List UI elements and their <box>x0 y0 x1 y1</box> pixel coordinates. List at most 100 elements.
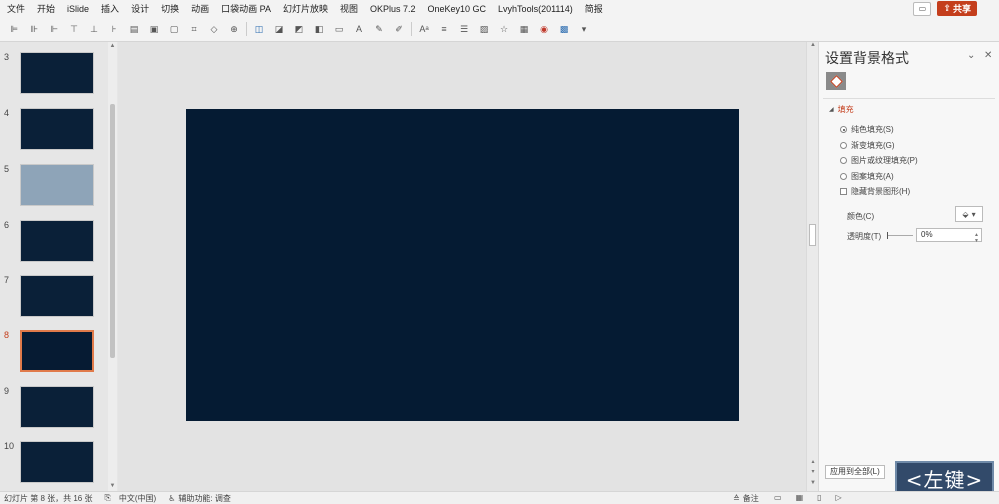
slide-thumbnail[interactable]: 7 <box>0 275 108 321</box>
align-center-icon[interactable]: ⊪ <box>27 23 41 35</box>
slide-thumbnail[interactable]: 4 <box>0 108 108 154</box>
solid-fill-radio[interactable]: 纯色填充(S) <box>840 124 894 135</box>
align-right-icon[interactable]: ⊩ <box>47 23 61 35</box>
slide-preview[interactable] <box>20 386 94 428</box>
menu-onekey[interactable]: OneKey10 GC <box>422 4 493 14</box>
fill-section-header[interactable]: ◢ 填充 <box>829 104 854 115</box>
outline-icon[interactable]: ▭ <box>332 23 346 35</box>
panel-options-icon[interactable]: ⌄ <box>967 50 975 61</box>
menu-pocket-animation[interactable]: 口袋动画 PA <box>215 2 277 15</box>
star-icon[interactable]: ☆ <box>497 23 511 35</box>
radio[interactable] <box>840 173 847 180</box>
slide-preview[interactable] <box>20 441 94 483</box>
intersect-icon[interactable]: ◪ <box>272 23 286 35</box>
eyedropper-icon[interactable]: ✐ <box>392 23 406 35</box>
slide-preview[interactable] <box>20 330 94 372</box>
shape-icon[interactable]: ◇ <box>207 23 221 35</box>
menu-view[interactable]: 视图 <box>334 2 364 15</box>
slide-number: 8 <box>4 330 10 340</box>
highlight-icon[interactable]: ✎ <box>372 23 386 35</box>
current-slide[interactable] <box>186 109 739 421</box>
crop-icon[interactable]: ⌗ <box>187 23 201 35</box>
slide-thumbnail-active[interactable]: 8 <box>0 330 108 376</box>
menu-briefing[interactable]: 简报 <box>579 2 609 15</box>
spellcheck-icon[interactable]: ⎘ <box>104 493 110 503</box>
fill-icon[interactable]: ◧ <box>312 23 326 35</box>
slide-preview[interactable] <box>20 275 94 317</box>
text-icon[interactable]: Aᵃ <box>417 23 431 35</box>
language-status[interactable]: 中文(中国) <box>119 493 156 504</box>
scroll-up-icon[interactable]: ▲ <box>108 42 117 51</box>
menu-design[interactable]: 设计 <box>125 2 155 15</box>
slide-thumbnail[interactable]: 5 <box>0 164 108 210</box>
slide-thumbnail[interactable]: 10 <box>0 441 108 487</box>
picture-icon[interactable]: ▨ <box>477 23 491 35</box>
transparency-input[interactable]: 0% ▲ ▼ <box>916 228 982 244</box>
subtract-icon[interactable]: ◩ <box>292 23 306 35</box>
menu-animations[interactable]: 动画 <box>185 2 215 15</box>
radio[interactable] <box>840 157 847 164</box>
slide-preview[interactable] <box>20 52 94 94</box>
menu-okplus[interactable]: OKPlus 7.2 <box>364 4 422 14</box>
hide-background-checkbox[interactable]: 隐藏背景图形(H) <box>840 186 910 197</box>
canvas-scrollbar[interactable]: ▲ ▴ ▾ ▼ <box>806 42 818 491</box>
pattern-fill-radio[interactable]: 图案填充(A) <box>840 171 894 182</box>
font-color-icon[interactable]: A <box>352 23 366 35</box>
align-bottom-icon[interactable]: ⊦ <box>107 23 121 35</box>
line-icon[interactable]: ≡ <box>437 23 451 35</box>
distribute-icon[interactable]: ▤ <box>127 23 141 35</box>
slide-preview[interactable] <box>20 220 94 262</box>
gradient-fill-radio[interactable]: 渐变填充(G) <box>840 140 895 151</box>
menu-file[interactable]: 文件 <box>0 2 31 15</box>
badge-icon[interactable]: ◉ <box>537 23 551 35</box>
thumbnail-scrollbar[interactable]: ▲ ▼ <box>108 42 117 491</box>
slide-number: 4 <box>4 108 10 118</box>
align-left-icon[interactable]: ⊫ <box>7 23 21 35</box>
comment-icon[interactable]: ▭ <box>913 1 932 16</box>
more-icon[interactable]: ▾ <box>577 23 591 35</box>
arrange-icon[interactable]: ☰ <box>457 23 471 35</box>
slide-thumbnail[interactable]: 9 <box>0 386 108 432</box>
checkbox[interactable] <box>840 188 847 195</box>
align-top-icon[interactable]: ⊤ <box>67 23 81 35</box>
radio[interactable] <box>840 142 847 149</box>
normal-view-icon[interactable]: ▭ <box>774 493 782 502</box>
spin-down-icon[interactable]: ▼ <box>974 235 979 247</box>
image-icon[interactable]: ▩ <box>557 23 571 35</box>
slide-thumbnail[interactable]: 6 <box>0 220 108 266</box>
reading-view-icon[interactable]: ▯ <box>817 493 821 502</box>
slide-counter[interactable]: 幻灯片 第 8 张，共 16 张 <box>4 493 92 504</box>
slide-editing-canvas[interactable] <box>118 42 806 491</box>
ungroup-icon[interactable]: ▢ <box>167 23 181 35</box>
slideshow-icon[interactable]: ▷ <box>836 493 842 502</box>
share-button[interactable]: ⇪ 共享 <box>937 1 977 16</box>
slide-preview[interactable] <box>20 108 94 150</box>
slide-thumbnail[interactable]: 3 <box>0 52 108 98</box>
close-icon[interactable]: ✕ <box>984 50 992 61</box>
color-picker-button[interactable]: ⬙ ▾ <box>955 206 983 222</box>
align-middle-icon[interactable]: ⊥ <box>87 23 101 35</box>
scrollbar-thumb[interactable] <box>809 224 816 246</box>
accessibility-status[interactable]: ♿ 辅助功能: 调查 <box>168 493 231 504</box>
menu-insert[interactable]: 插入 <box>95 2 125 15</box>
radio-selected[interactable] <box>840 126 847 133</box>
union-icon[interactable]: ◫ <box>252 23 266 35</box>
menu-transitions[interactable]: 切换 <box>155 2 185 15</box>
notes-button[interactable]: ≙ 备注 <box>733 493 759 504</box>
menu-islide[interactable]: iSlide <box>61 4 95 14</box>
menu-slideshow[interactable]: 幻灯片放映 <box>277 2 334 15</box>
fill-tab[interactable] <box>826 72 846 90</box>
group-icon[interactable]: ▣ <box>147 23 161 35</box>
menu-home[interactable]: 开始 <box>31 2 61 15</box>
slider-handle[interactable] <box>887 232 888 239</box>
slide-preview[interactable] <box>20 164 94 206</box>
slide-sorter-icon[interactable]: ▦ <box>796 493 804 502</box>
merge-icon[interactable]: ⊕ <box>227 23 241 35</box>
transparency-slider[interactable] <box>887 232 913 239</box>
menu-lvyhtools[interactable]: LvyhTools(201114) <box>492 4 579 14</box>
scroll-down-icon[interactable]: ▼ <box>108 482 117 491</box>
apply-to-all-button[interactable]: 应用到全部(L) <box>825 465 885 479</box>
table-icon[interactable]: ▦ <box>517 23 531 35</box>
scrollbar-thumb[interactable] <box>110 104 115 358</box>
picture-fill-radio[interactable]: 图片或纹理填充(P) <box>840 155 918 166</box>
